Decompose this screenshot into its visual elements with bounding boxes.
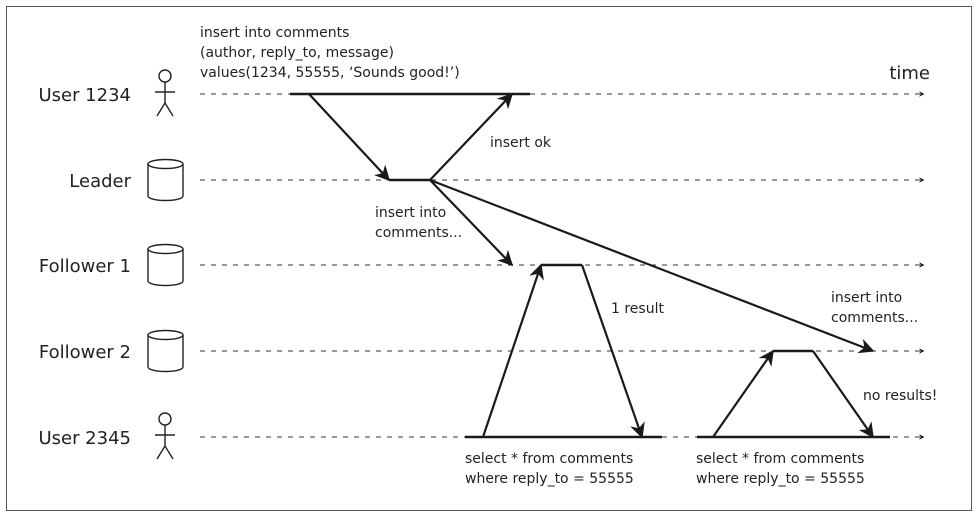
note-line: where reply_to = 55555 — [465, 471, 634, 487]
database-icon — [147, 158, 184, 202]
person-icon — [155, 412, 175, 460]
arrow-replicate-follower-1 — [429, 179, 514, 267]
note-select-query-2: select * from comments where reply_to = … — [696, 451, 865, 487]
note-line: insert into — [375, 205, 446, 221]
note-replicate-follower-1: insert into comments... — [375, 205, 462, 241]
note-insert-ok: insert ok — [490, 135, 552, 151]
note-select-query-1: select * from comments where reply_to = … — [465, 451, 634, 487]
note-insert-query: insert into comments (author, reply_to, … — [200, 25, 460, 81]
note-line: (author, reply_to, message) — [200, 45, 394, 61]
sequence-diagram: User 1234 Leader Follower 1 Follower 2 U… — [38, 25, 937, 487]
actor-label-user-1234: User 1234 — [38, 85, 131, 106]
actor-label-follower-1: Follower 1 — [39, 256, 131, 277]
note-line: comments... — [375, 225, 462, 241]
note-line: comments... — [831, 310, 918, 326]
note-line: select * from comments — [465, 451, 633, 467]
note-line: insert into comments — [200, 25, 349, 41]
note-line: insert into — [831, 290, 902, 306]
actor-label-leader: Leader — [69, 171, 131, 192]
person-icon — [155, 69, 175, 117]
actor-label-follower-2: Follower 2 — [39, 342, 131, 363]
arrow-insert-request — [308, 93, 391, 182]
note-replicate-follower-2: insert into comments... — [831, 290, 918, 326]
note-one-result: 1 result — [611, 301, 664, 317]
time-axis-label: time — [889, 63, 930, 84]
arrow-read-follower-2 — [712, 349, 774, 438]
database-icon — [147, 329, 184, 373]
note-line: values(1234, 55555, ‘Sounds good!’) — [200, 65, 460, 81]
actor-label-user-2345: User 2345 — [38, 428, 131, 449]
database-icon — [147, 243, 184, 287]
note-line: where reply_to = 55555 — [696, 471, 865, 487]
note-line: select * from comments — [696, 451, 864, 467]
note-no-results: no results! — [863, 388, 937, 404]
